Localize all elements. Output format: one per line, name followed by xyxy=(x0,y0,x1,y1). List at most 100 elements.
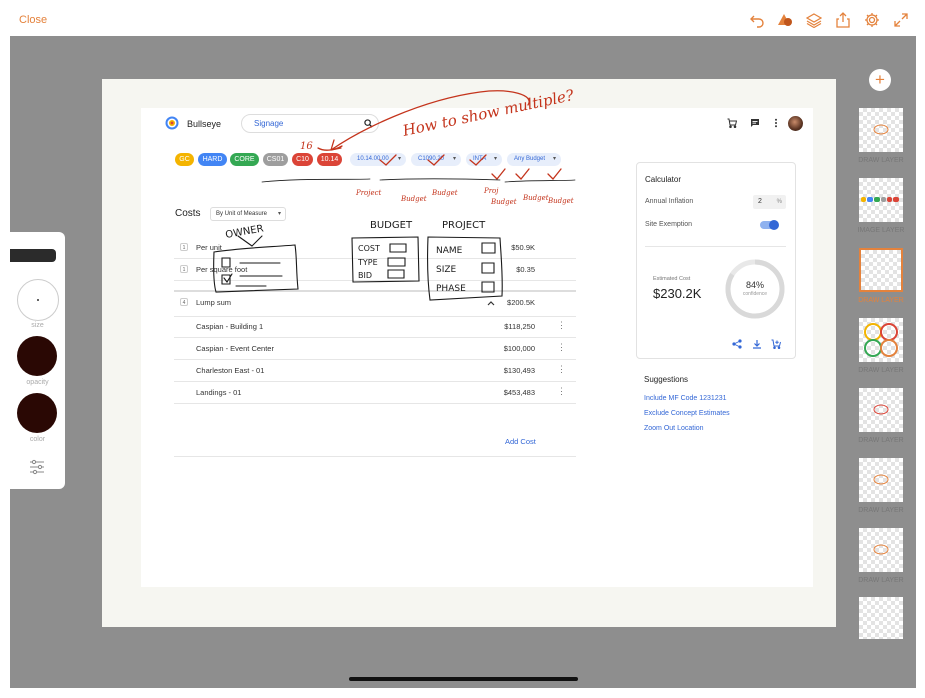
inflation-label: Annual Inflation xyxy=(645,198,694,205)
filter-dropdown[interactable]: Any Budget xyxy=(507,153,561,166)
layer-thumbnail[interactable] xyxy=(859,388,903,432)
layer-label: DRAW LAYER xyxy=(858,577,904,584)
sliders-icon[interactable] xyxy=(29,459,45,475)
more-vert-icon[interactable]: ⋮ xyxy=(557,386,566,397)
shapes-icon[interactable] xyxy=(777,12,793,28)
row-count: 4 xyxy=(180,298,188,306)
filter-dropdown[interactable]: INTA xyxy=(466,153,502,166)
exemption-label: Site Exemption xyxy=(645,221,693,228)
site-exemption-toggle[interactable] xyxy=(760,220,779,230)
cost-table-footer xyxy=(174,404,576,456)
row-value: $0.35 xyxy=(516,265,535,274)
bullseye-logo-icon xyxy=(165,116,179,130)
layer-label: DRAW LAYER xyxy=(858,367,904,374)
size-label: size xyxy=(31,322,44,329)
layer-glyph xyxy=(864,323,898,357)
size-control[interactable] xyxy=(17,279,59,321)
layer-label: IMAGE LAYER xyxy=(857,227,905,234)
chip-label: C10 xyxy=(296,156,309,163)
estimated-cost-value: $230.2K xyxy=(653,286,702,301)
row-name: Per unit xyxy=(196,243,222,252)
layer-label: DRAW LAYER xyxy=(858,437,904,444)
filter-dropdown[interactable]: C1090.20 xyxy=(411,153,461,166)
layer-glyph xyxy=(873,474,889,485)
close-button[interactable]: Close xyxy=(19,14,47,26)
share-icon[interactable] xyxy=(732,339,742,349)
more-vert-icon[interactable]: ⋮ xyxy=(557,364,566,375)
confidence-value: 84% xyxy=(745,280,764,290)
group-by-dropdown[interactable]: By Unit of Measure xyxy=(210,207,286,221)
app-title: Bullseye xyxy=(187,119,222,129)
color-label: color xyxy=(29,436,46,443)
item-value: $118,250 xyxy=(504,322,535,331)
cart-icon[interactable] xyxy=(727,118,737,128)
more-vert-icon[interactable] xyxy=(771,118,781,128)
item-name: Charleston East - 01 xyxy=(196,366,265,375)
add-cost-button[interactable]: Add Cost xyxy=(505,437,536,446)
layer-thumbnail[interactable] xyxy=(859,458,903,502)
opacity-label: opacity xyxy=(26,379,49,386)
cost-item-row[interactable]: Caspian - Building 1 $118,250 ⋮ xyxy=(174,316,576,338)
chat-icon[interactable] xyxy=(750,118,760,128)
chip-label: CORE xyxy=(234,156,255,163)
row-value: $200.5K xyxy=(507,298,535,307)
opacity-control[interactable] xyxy=(17,336,57,376)
cost-item-row[interactable]: Landings - 01 $453,483 ⋮ xyxy=(174,382,576,404)
inflation-unit: % xyxy=(776,199,782,205)
search-icon[interactable] xyxy=(364,119,373,128)
search-value: Signage xyxy=(254,119,284,128)
suggestion-link[interactable]: Include MF Code 1231231 xyxy=(644,395,727,402)
layer-thumbnail[interactable] xyxy=(859,528,903,572)
fullscreen-icon[interactable] xyxy=(893,12,909,28)
chip-hard[interactable]: HARD xyxy=(198,153,227,166)
layer-thumbnail-active[interactable] xyxy=(859,248,903,292)
settings-icon[interactable] xyxy=(864,12,880,28)
chip-c10[interactable]: C10 xyxy=(292,153,313,166)
layer-thumbnail[interactable] xyxy=(859,318,903,362)
cost-item-row[interactable]: Charleston East - 01 $130,493 ⋮ xyxy=(174,360,576,382)
color-control[interactable] xyxy=(17,393,57,433)
layer-thumbnail[interactable] xyxy=(859,597,903,639)
more-vert-icon[interactable]: ⋮ xyxy=(557,320,566,331)
row-count: 1 xyxy=(180,243,188,251)
brush-palette: size opacity color xyxy=(10,232,65,489)
suggestion-link[interactable]: Zoom Out Location xyxy=(644,425,704,432)
chip-core[interactable]: CORE xyxy=(230,153,259,166)
home-indicator xyxy=(349,677,578,681)
top-toolbar: Close xyxy=(0,0,925,36)
undo-icon[interactable] xyxy=(749,12,765,28)
avatar[interactable] xyxy=(788,116,803,131)
toggle-knob xyxy=(769,220,779,230)
chip-label: 10.14 xyxy=(320,156,339,163)
filter-dropdown[interactable]: 10.14.00.00 xyxy=(350,153,406,166)
row-count: 1 xyxy=(180,265,188,273)
estimated-cost-label: Estimated Cost xyxy=(653,276,691,282)
add-to-cart-icon[interactable] xyxy=(771,339,781,349)
cost-group-row[interactable]: 1 Per unit $50.9K xyxy=(174,237,576,259)
layers-icon[interactable] xyxy=(806,12,822,28)
calculator-title: Calculator xyxy=(645,175,682,184)
chip-label: GC xyxy=(179,156,190,163)
layer-thumbnail[interactable] xyxy=(859,108,903,152)
chip-gc[interactable]: GC xyxy=(175,153,194,166)
layer-glyph xyxy=(873,124,889,135)
inflation-input[interactable]: 2 % xyxy=(753,195,786,209)
share-icon[interactable] xyxy=(835,12,851,28)
cost-group-row-expanded[interactable]: 4 Lump sum $200.5K xyxy=(174,290,576,317)
add-layer-button[interactable]: + xyxy=(869,69,891,91)
item-name: Caspian - Event Center xyxy=(196,344,274,353)
download-icon[interactable] xyxy=(752,339,762,349)
row-name: Lump sum xyxy=(196,298,232,307)
more-vert-icon[interactable]: ⋮ xyxy=(557,342,566,353)
search-input[interactable]: Signage xyxy=(241,114,379,133)
inflation-value: 2 xyxy=(758,198,762,205)
suggestions-title: Suggestions xyxy=(644,375,689,384)
cost-group-row[interactable]: 1 Per square foot $0.35 xyxy=(174,259,576,281)
cost-item-row[interactable]: Caspian - Event Center $100,000 ⋮ xyxy=(174,338,576,360)
chevron-up-icon[interactable] xyxy=(487,300,495,306)
chip-cs01[interactable]: CS01 xyxy=(263,153,288,166)
divider xyxy=(174,456,576,457)
suggestion-link[interactable]: Exclude Concept Estimates xyxy=(644,410,730,417)
layer-thumbnail[interactable] xyxy=(859,178,903,222)
chip-1014[interactable]: 10.14 xyxy=(317,153,342,166)
